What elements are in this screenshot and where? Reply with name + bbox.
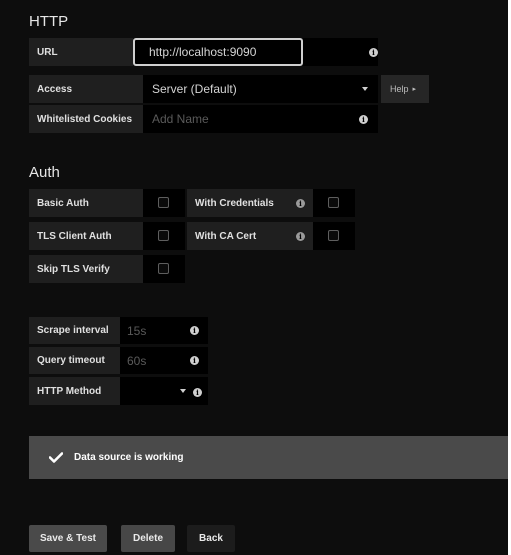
check-icon — [47, 452, 65, 463]
caret-right-icon: ▸ — [412, 86, 417, 93]
with-credentials-checkbox[interactable] — [328, 197, 339, 208]
tls-client-auth-checkbox[interactable] — [158, 230, 169, 241]
url-input[interactable]: http://localhost:9090 — [133, 38, 303, 66]
access-chevron-down-icon — [362, 87, 368, 91]
skip-tls-checkbox[interactable] — [158, 263, 169, 274]
query-timeout-placeholder: 60s — [127, 353, 147, 368]
datasource-settings-panel: HTTP URL http://localhost:9090 i Access … — [0, 0, 508, 555]
help-label: Help — [390, 84, 409, 94]
scrape-interval-label: Scrape interval — [29, 317, 120, 344]
scrape-interval-placeholder: 15s — [127, 323, 147, 338]
with-ca-cert-info-icon[interactable]: i — [296, 232, 305, 241]
status-alert: Data source is working — [29, 436, 508, 479]
cookies-placeholder: Add Name — [152, 112, 209, 126]
cookies-input[interactable]: Add Name — [143, 105, 378, 133]
back-button[interactable]: Back — [187, 525, 235, 552]
auth-section-title: Auth — [29, 164, 60, 181]
scrape-interval-info-icon[interactable]: i — [190, 326, 199, 335]
with-ca-cert-checkbox[interactable] — [328, 230, 339, 241]
with-credentials-text: With Credentials — [195, 197, 274, 209]
cookies-info-icon[interactable]: i — [359, 115, 368, 124]
status-message: Data source is working — [74, 452, 184, 463]
http-method-info-icon[interactable]: i — [193, 388, 202, 397]
http-method-label: HTTP Method — [29, 377, 120, 405]
query-timeout-info-icon[interactable]: i — [190, 356, 199, 365]
tls-client-auth-label: TLS Client Auth — [29, 222, 143, 250]
save-test-button[interactable]: Save & Test — [29, 525, 107, 552]
access-label: Access — [29, 75, 143, 103]
help-toggle[interactable]: Help ▸ — [381, 75, 429, 103]
http-section-title: HTTP — [29, 13, 69, 30]
access-select[interactable]: Server (Default) — [143, 75, 378, 103]
cookies-label: Whitelisted Cookies — [29, 105, 143, 133]
with-ca-cert-label: With CA Cert — [187, 222, 313, 250]
basic-auth-label: Basic Auth — [29, 189, 143, 217]
http-method-chevron-down-icon — [180, 389, 186, 393]
basic-auth-checkbox[interactable] — [158, 197, 169, 208]
query-timeout-label: Query timeout — [29, 347, 120, 374]
with-credentials-label: With Credentials — [187, 189, 313, 217]
url-field-tail — [303, 38, 378, 66]
url-value: http://localhost:9090 — [149, 45, 257, 59]
delete-button[interactable]: Delete — [121, 525, 175, 552]
skip-tls-label: Skip TLS Verify — [29, 255, 143, 283]
access-value: Server (Default) — [152, 82, 237, 96]
with-credentials-info-icon[interactable]: i — [296, 199, 305, 208]
url-info-icon[interactable]: i — [369, 48, 378, 57]
url-label: URL — [29, 38, 133, 66]
with-ca-cert-text: With CA Cert — [195, 230, 257, 242]
